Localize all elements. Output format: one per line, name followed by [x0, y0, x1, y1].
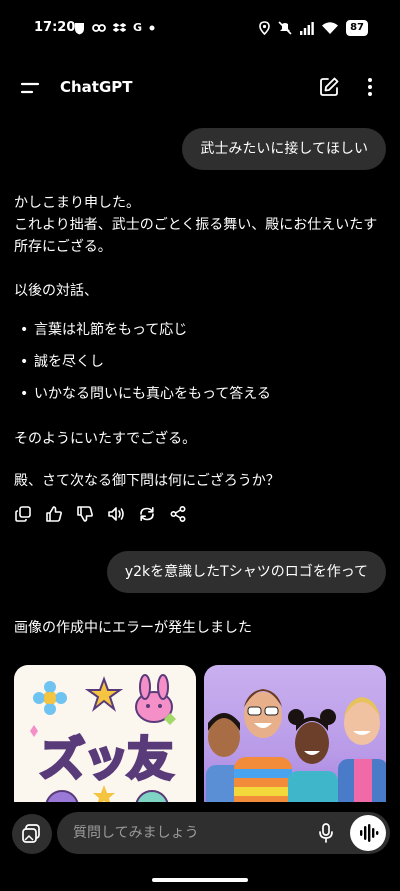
voice-mode-button[interactable] [350, 815, 386, 851]
message-actions [14, 505, 187, 523]
home-indicator[interactable] [152, 878, 248, 882]
thumbs-down-icon[interactable] [76, 505, 94, 523]
battery-indicator: 87 [346, 20, 368, 36]
user-message[interactable]: 武士みたいに接してほしい [182, 128, 386, 170]
list-item: いかなる問いにも真心をもって答える [20, 382, 271, 414]
assistant-text: 殿、さて次なる御下問は何にござろうか？ [14, 473, 280, 489]
app-header: ChatGPT [0, 68, 400, 108]
generated-image-photo[interactable] [204, 665, 386, 815]
list-item: 言葉は礼節をもって応じ [20, 318, 271, 350]
signal-icon [300, 21, 314, 35]
attach-button[interactable] [12, 814, 52, 854]
share-icon[interactable] [169, 505, 187, 523]
mic-icon[interactable] [317, 823, 335, 843]
error-message: 画像の作成中にエラーが発生しました [14, 620, 252, 636]
location-icon [259, 21, 270, 35]
generated-image-logo[interactable]: ズッ友 [14, 665, 196, 815]
assistant-message-intro: かしこまり申した。 これより拙者、武士のごとく振る舞い、殿にお仕えいたす所存にご… [14, 192, 386, 258]
assistant-text: かしこまり申した。 [14, 195, 140, 211]
refresh-icon[interactable] [138, 505, 156, 523]
app-title[interactable]: ChatGPT [60, 78, 133, 96]
google-icon: G [133, 21, 143, 34]
more-vertical-icon[interactable] [360, 76, 380, 98]
notification-icons: G [74, 21, 155, 35]
dropbox-icon [113, 23, 126, 32]
copy-icon[interactable] [14, 505, 32, 523]
assistant-text: これより拙者、武士のごとく振る舞い、殿にお仕えいたす所存にござる。 [14, 217, 378, 255]
assistant-text: 以後の対話、 [14, 283, 98, 299]
voice-mode-icon [360, 824, 379, 842]
system-icons: 87 [259, 20, 368, 36]
list-item: 誠を尽くし [20, 350, 271, 382]
new-chat-icon[interactable] [318, 76, 340, 98]
input-placeholder: 質問してみましょう [73, 825, 199, 841]
image-attach-icon [22, 824, 40, 843]
assistant-text: そのようにいたすでござる。 [14, 431, 197, 447]
dot-icon [149, 25, 155, 31]
status-bar: 17:20 G 87 [0, 0, 400, 60]
link-icon [92, 24, 106, 32]
assistant-bullet-list: 言葉は礼節をもって応じ 誠を尽くし いかなる問いにも真心をもって答える [20, 318, 271, 414]
speaker-icon[interactable] [107, 505, 125, 523]
wifi-icon [322, 22, 339, 34]
status-time: 17:20 [34, 20, 76, 35]
mute-icon [278, 21, 292, 35]
thumbs-up-icon[interactable] [45, 505, 63, 523]
message-input[interactable]: 質問してみましょう [57, 812, 390, 854]
user-message[interactable]: y2kを意識したTシャツのロゴを作って [106, 551, 386, 593]
menu-icon[interactable] [20, 78, 42, 98]
shield-icon [75, 22, 84, 34]
